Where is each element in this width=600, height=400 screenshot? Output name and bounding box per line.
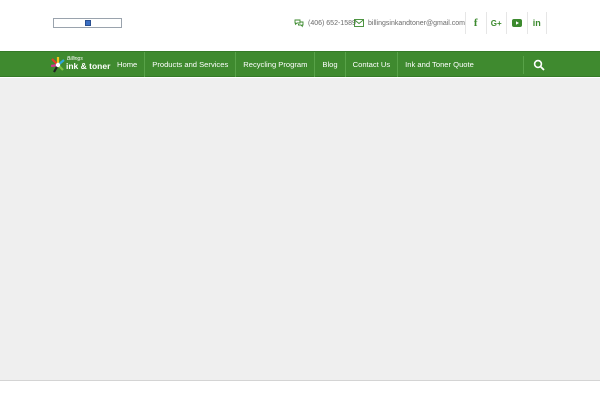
linkedin-icon[interactable]: in: [526, 12, 547, 34]
nav-item-contact-us[interactable]: Contact Us: [344, 52, 398, 77]
search-icon[interactable]: [533, 59, 545, 71]
logo-wordmark: ink & toner: [66, 61, 111, 71]
email-address: billingsinkandtoner@gmail.com: [368, 19, 465, 27]
main-content-area: [0, 78, 600, 381]
top-bar: (406) 652-1589 billingsinkandtoner@gmail…: [0, 0, 600, 51]
site-logo[interactable]: Billings ink & toner: [50, 56, 110, 74]
phone-contact[interactable]: (406) 652-1589: [294, 16, 356, 30]
nav-item-blog[interactable]: Blog: [314, 52, 344, 77]
envelope-icon: [354, 19, 364, 27]
google-plus-icon[interactable]: G+: [485, 12, 507, 34]
social-links: f G+ in: [465, 12, 547, 34]
page-footer: [0, 382, 600, 400]
chat-bubbles-icon: [294, 19, 304, 27]
nav-item-products-services[interactable]: Products and Services: [144, 52, 235, 77]
email-contact[interactable]: billingsinkandtoner@gmail.com: [354, 16, 465, 30]
search-divider: [523, 56, 524, 74]
main-navigation: Billings ink & toner Home Products and S…: [0, 51, 600, 77]
flag-icon: [85, 20, 91, 26]
nav-item-home[interactable]: Home: [110, 52, 144, 77]
nav-menu: Home Products and Services Recycling Pro…: [110, 52, 481, 77]
nav-item-ink-toner-quote[interactable]: Ink and Toner Quote: [397, 52, 481, 77]
logo-splash-icon: [50, 57, 65, 73]
phone-number: (406) 652-1589: [308, 19, 356, 27]
language-selector[interactable]: [53, 18, 122, 28]
facebook-icon[interactable]: f: [465, 12, 486, 34]
nav-item-recycling-program[interactable]: Recycling Program: [235, 52, 314, 77]
youtube-icon[interactable]: [506, 12, 527, 34]
